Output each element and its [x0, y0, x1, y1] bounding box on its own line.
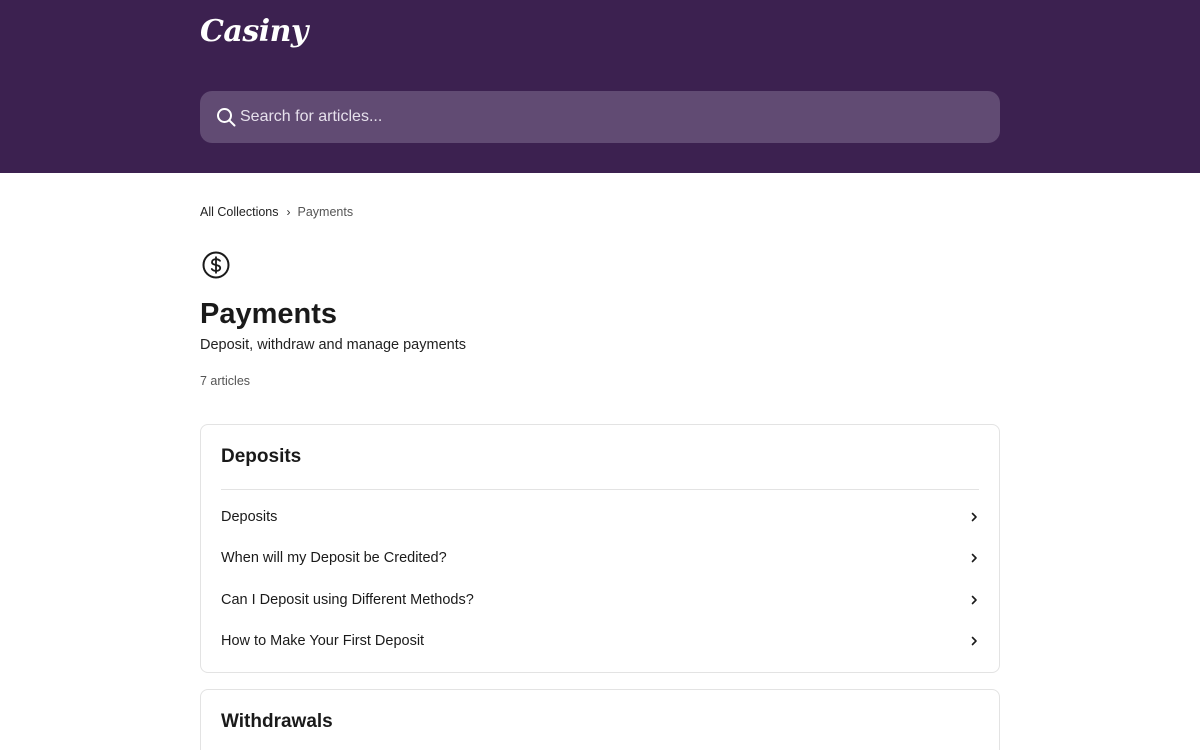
article-count: 7 articles	[200, 374, 251, 388]
list-item[interactable]: How to Make Your First Deposit	[221, 626, 979, 656]
divider	[221, 489, 979, 490]
breadcrumb-separator-icon: ›	[286, 205, 291, 219]
collection-description: Deposit, withdraw and manage payments	[200, 337, 466, 353]
article-link[interactable]: How to Make Your First Deposit	[221, 633, 424, 649]
list-item[interactable]: Deposits	[221, 502, 979, 532]
section-withdrawals: Withdrawals	[200, 689, 1000, 750]
section-title: Deposits	[221, 446, 302, 467]
section-title: Withdrawals	[221, 711, 333, 732]
search-bar[interactable]	[200, 91, 1000, 143]
article-link[interactable]: Deposits	[221, 509, 277, 525]
section-deposits: Deposits Deposits When will my Deposit b…	[200, 424, 1000, 673]
article-link[interactable]: When will my Deposit be Credited?	[221, 550, 447, 566]
dollar-circle-icon	[202, 251, 230, 279]
list-item[interactable]: When will my Deposit be Credited?	[221, 543, 979, 573]
search-input[interactable]	[240, 91, 980, 143]
search-icon	[217, 108, 236, 127]
breadcrumb-current: Payments	[297, 205, 354, 219]
header: Casiny	[0, 0, 1200, 173]
chevron-right-icon	[971, 595, 977, 605]
chevron-right-icon	[971, 553, 977, 563]
chevron-right-icon	[971, 512, 977, 522]
logo[interactable]: Casiny	[200, 14, 308, 49]
page-title: Payments	[200, 298, 338, 330]
list-item[interactable]: Can I Deposit using Different Methods?	[221, 585, 979, 615]
breadcrumb: All Collections › Payments	[200, 205, 353, 219]
chevron-right-icon	[971, 636, 977, 646]
breadcrumb-all-collections[interactable]: All Collections	[200, 205, 279, 219]
article-link[interactable]: Can I Deposit using Different Methods?	[221, 592, 474, 608]
